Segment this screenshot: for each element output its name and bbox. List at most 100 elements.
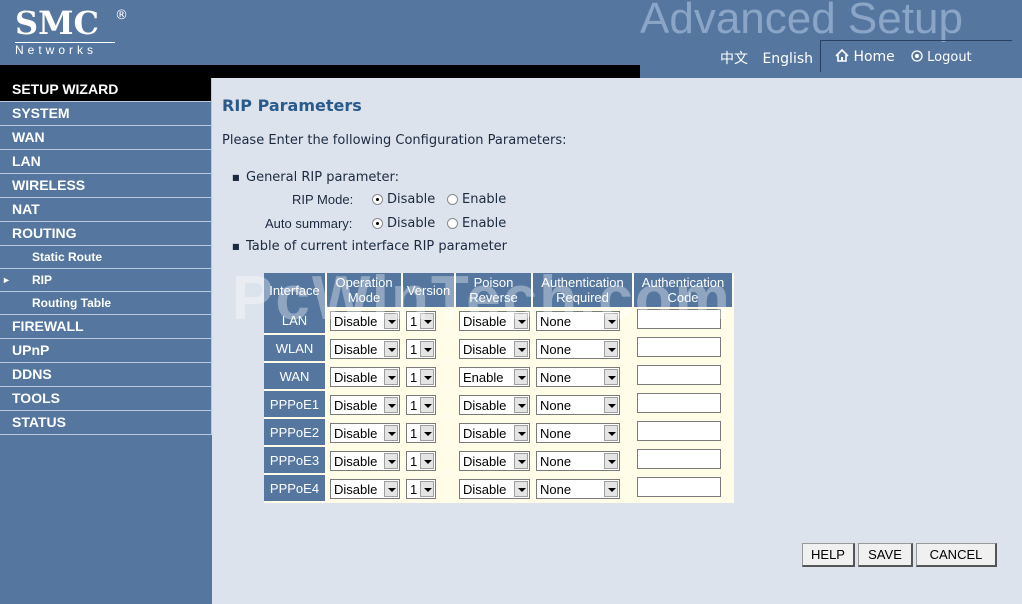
- poison-reverse-select[interactable]: Disable: [459, 451, 530, 472]
- sidebar-item-routing[interactable]: ROUTING: [0, 222, 212, 246]
- auth-required-select[interactable]: None: [536, 339, 620, 360]
- lang-chinese-link[interactable]: 中文: [720, 51, 748, 67]
- sidebar-item-setup-wizard[interactable]: SETUP WIZARD: [0, 78, 212, 102]
- sidebar-subitem-static-route[interactable]: Static Route: [0, 246, 212, 269]
- auth-code-input[interactable]: [637, 309, 721, 329]
- brand-subtitle: Networks: [15, 42, 115, 56]
- language-switcher: 中文 English: [720, 48, 823, 68]
- sidebar-item-firewall[interactable]: FIREWALL: [0, 315, 212, 339]
- dropdown-arrow-icon: [384, 397, 398, 414]
- table-row: PPPoE3 Disable 1 Disable None: [264, 447, 734, 475]
- sidebar-item-wan[interactable]: WAN: [0, 126, 212, 150]
- operation-mode-select[interactable]: Disable: [330, 311, 400, 332]
- operation-mode-select[interactable]: Disable: [330, 479, 400, 500]
- auth-required-select[interactable]: None: [536, 451, 620, 472]
- select-value: None: [540, 397, 572, 413]
- version-select[interactable]: 1: [406, 367, 436, 388]
- interface-cell: PPPoE4: [264, 475, 327, 503]
- select-value: None: [540, 481, 572, 497]
- auth-code-input[interactable]: [637, 449, 721, 469]
- select-value: Disable: [334, 369, 378, 385]
- operation-mode-select[interactable]: Disable: [330, 339, 400, 360]
- select-value: Disable: [334, 481, 378, 497]
- poison-reverse-select[interactable]: Disable: [459, 339, 530, 360]
- auth-code-input[interactable]: [637, 477, 721, 497]
- sidebar-item-lan[interactable]: LAN: [0, 150, 212, 174]
- auto-summary-enable-label: Enable: [462, 216, 507, 231]
- sidebar-item-upnp[interactable]: UPnP: [0, 339, 212, 363]
- sidebar-item-nat[interactable]: NAT: [0, 198, 212, 222]
- auto-summary-disable-radio[interactable]: Disable: [372, 216, 435, 231]
- home-icon: [835, 48, 849, 62]
- poison-reverse-select[interactable]: Disable: [459, 423, 530, 444]
- dropdown-arrow-icon: [514, 453, 528, 470]
- current-page-arrow-icon: ►: [2, 275, 11, 285]
- select-value: 1: [410, 313, 418, 329]
- sidebar-subitem-routing-table[interactable]: Routing Table: [0, 292, 212, 315]
- operation-mode-select[interactable]: Disable: [330, 451, 400, 472]
- home-link[interactable]: Home: [835, 48, 895, 65]
- cancel-button[interactable]: CANCEL: [916, 543, 997, 567]
- version-select[interactable]: 1: [406, 451, 436, 472]
- select-value: 1: [410, 481, 418, 497]
- dropdown-arrow-icon: [420, 341, 434, 358]
- rip-mode-enable-radio[interactable]: Enable: [447, 192, 506, 207]
- select-value: Disable: [463, 313, 507, 329]
- sidebar-item-ddns[interactable]: DDNS: [0, 363, 212, 387]
- brand-name: SMC: [15, 4, 99, 42]
- dropdown-arrow-icon: [604, 453, 618, 470]
- advanced-setup-banner: Advanced Setup: [640, 0, 963, 43]
- dropdown-arrow-icon: [514, 341, 528, 358]
- operation-mode-select[interactable]: Disable: [330, 395, 400, 416]
- auto-summary-disable-label: Disable: [387, 216, 436, 231]
- auth-required-select[interactable]: None: [536, 311, 620, 332]
- interface-cell: LAN: [264, 307, 327, 335]
- auth-required-select[interactable]: None: [536, 479, 620, 500]
- table-row: WAN Disable 1 Enable None: [264, 363, 734, 391]
- lang-english-link[interactable]: English: [762, 51, 813, 67]
- dropdown-arrow-icon: [420, 425, 434, 442]
- version-select[interactable]: 1: [406, 479, 436, 500]
- save-button[interactable]: SAVE: [858, 543, 913, 567]
- operation-mode-select[interactable]: Disable: [330, 367, 400, 388]
- sidebar-item-system[interactable]: SYSTEM: [0, 102, 212, 126]
- version-select[interactable]: 1: [406, 395, 436, 416]
- select-value: 1: [410, 341, 418, 357]
- auth-code-input[interactable]: [637, 393, 721, 413]
- select-value: Disable: [463, 425, 507, 441]
- logout-link[interactable]: Logout: [911, 50, 972, 65]
- col-header-version: Version: [403, 273, 456, 307]
- poison-reverse-select[interactable]: Enable: [459, 367, 530, 388]
- auto-summary-enable-radio[interactable]: Enable: [447, 216, 506, 231]
- auth-required-select[interactable]: None: [536, 395, 620, 416]
- operation-mode-select[interactable]: Disable: [330, 423, 400, 444]
- dropdown-arrow-icon: [420, 453, 434, 470]
- sidebar-subitem-rip[interactable]: ► RIP: [0, 269, 212, 292]
- dropdown-arrow-icon: [604, 369, 618, 386]
- help-button[interactable]: HELP: [802, 543, 855, 567]
- registered-mark: ®: [115, 8, 128, 23]
- sidebar-item-tools[interactable]: TOOLS: [0, 387, 212, 411]
- rip-mode-disable-radio[interactable]: Disable: [372, 192, 435, 207]
- sidebar-item-status[interactable]: STATUS: [0, 411, 212, 435]
- auth-required-select[interactable]: None: [536, 423, 620, 444]
- table-row: PPPoE1 Disable 1 Disable None: [264, 391, 734, 419]
- auth-code-input[interactable]: [637, 365, 721, 385]
- interface-cell: WLAN: [264, 335, 327, 363]
- col-header-interface: Interface: [264, 273, 327, 307]
- auth-required-select[interactable]: None: [536, 367, 620, 388]
- table-row: WLAN Disable 1 Disable None: [264, 335, 734, 363]
- dropdown-arrow-icon: [384, 453, 398, 470]
- sidebar-item-wireless[interactable]: WIRELESS: [0, 174, 212, 198]
- version-select[interactable]: 1: [406, 311, 436, 332]
- dropdown-arrow-icon: [384, 425, 398, 442]
- auth-code-input[interactable]: [637, 421, 721, 441]
- poison-reverse-select[interactable]: Disable: [459, 311, 530, 332]
- auth-code-input[interactable]: [637, 337, 721, 357]
- version-select[interactable]: 1: [406, 339, 436, 360]
- table-body: LAN Disable 1 Disable None WLAN Disable …: [264, 307, 734, 503]
- poison-reverse-select[interactable]: Disable: [459, 479, 530, 500]
- version-select[interactable]: 1: [406, 423, 436, 444]
- poison-reverse-select[interactable]: Disable: [459, 395, 530, 416]
- select-value: None: [540, 425, 572, 441]
